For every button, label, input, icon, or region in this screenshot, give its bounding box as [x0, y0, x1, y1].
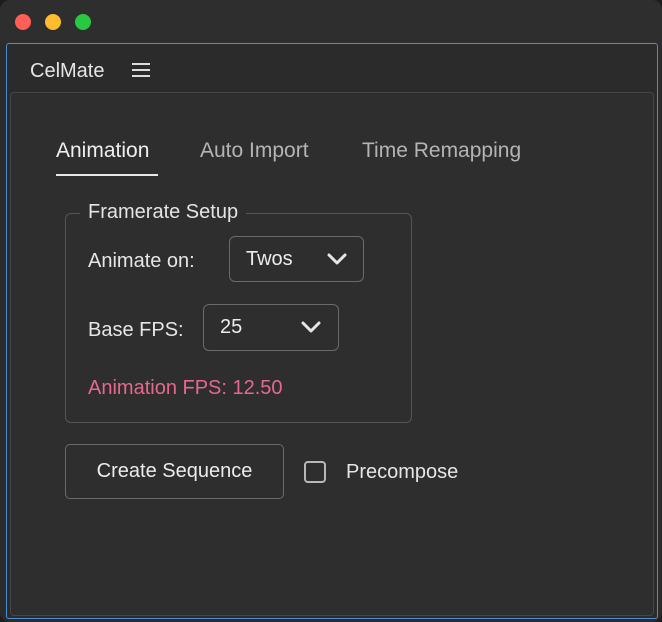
hamburger-menu-icon[interactable] [132, 63, 150, 77]
maximize-window-button[interactable] [75, 14, 91, 30]
active-tab-indicator [56, 174, 158, 176]
tab-auto-import[interactable]: Auto Import [200, 139, 309, 163]
base-fps-label: Base FPS: [88, 319, 184, 341]
precompose-checkbox[interactable] [304, 461, 326, 483]
panel-title: CelMate [30, 60, 105, 82]
animation-fps-readout: Animation FPS: 12.50 [88, 377, 283, 399]
precompose-option[interactable]: Precompose [304, 459, 458, 485]
tab-time-remapping[interactable]: Time Remapping [362, 139, 521, 163]
framerate-setup-group: Framerate Setup Animate on: Twos Base FP… [65, 201, 412, 423]
chevron-down-icon [327, 253, 347, 265]
app-window: CelMate Animation Auto Import Time Remap… [0, 0, 662, 622]
panel-header: CelMate [7, 44, 657, 92]
animate-on-value: Twos [246, 248, 293, 270]
precompose-label: Precompose [346, 460, 459, 483]
window-titlebar [0, 0, 662, 43]
animate-on-dropdown[interactable]: Twos [229, 236, 364, 282]
celmate-panel: CelMate Animation Auto Import Time Remap… [6, 43, 658, 619]
close-window-button[interactable] [15, 14, 31, 30]
base-fps-value: 25 [220, 316, 243, 338]
create-sequence-button[interactable]: Create Sequence [65, 444, 284, 499]
base-fps-dropdown[interactable]: 25 [203, 304, 339, 351]
animate-on-label: Animate on: [88, 250, 195, 272]
chevron-down-icon [301, 321, 321, 333]
minimize-window-button[interactable] [45, 14, 61, 30]
panel-content: Animation Auto Import Time Remapping Fra… [10, 92, 654, 616]
framerate-setup-legend: Framerate Setup [80, 201, 247, 224]
tab-animation[interactable]: Animation [56, 139, 149, 163]
